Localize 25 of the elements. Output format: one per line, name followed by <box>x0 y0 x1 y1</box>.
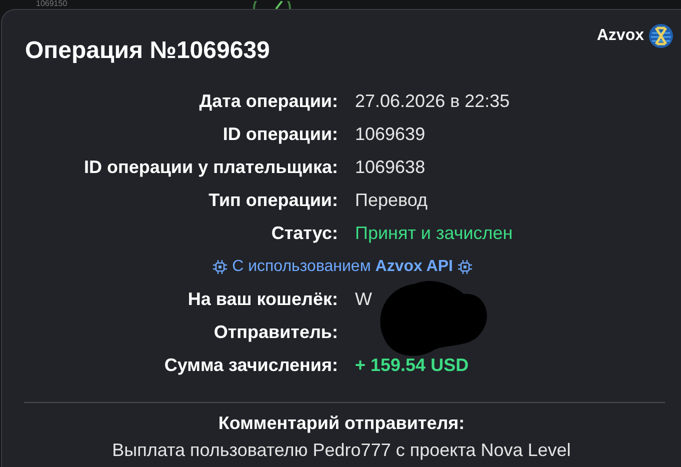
field-label: Дата операции: <box>198 91 338 112</box>
field-value: W <box>355 289 372 310</box>
chip-icon <box>458 260 472 274</box>
field-label: ID операции у плательщика: <box>82 157 338 178</box>
field-value: Принят и зачислен <box>355 223 513 244</box>
chip-icon <box>213 260 228 274</box>
field-label: Статус: <box>270 223 338 244</box>
field-value: 27.06.2026 в 22:35 <box>355 91 510 112</box>
field-label: ID операции: <box>222 124 338 145</box>
comment-title: Комментарий отправителя: <box>218 413 465 434</box>
field-value: Перевод <box>355 190 428 211</box>
api-note: С использованием Azvox API <box>232 258 453 276</box>
field-label: Тип операции: <box>208 190 338 211</box>
comment-text: Выплата пользователю Pedro777 с проекта Nova Level <box>112 440 571 461</box>
field-value: 1069638 <box>355 157 426 178</box>
field-value: + 159.54 USD <box>355 355 469 376</box>
brand-name: Azvox <box>596 27 644 45</box>
dialog-title: Операция №1069639 <box>25 37 270 65</box>
field-label: На ваш кошелёк: <box>186 289 338 310</box>
logo-icon <box>649 24 673 48</box>
operation-id: 1069150 <box>36 0 68 8</box>
check-icon <box>252 1 292 9</box>
field-value: 1069639 <box>355 124 426 145</box>
field-label: Сумма зачисления: <box>163 355 338 376</box>
field-label: Отправитель: <box>212 322 338 343</box>
